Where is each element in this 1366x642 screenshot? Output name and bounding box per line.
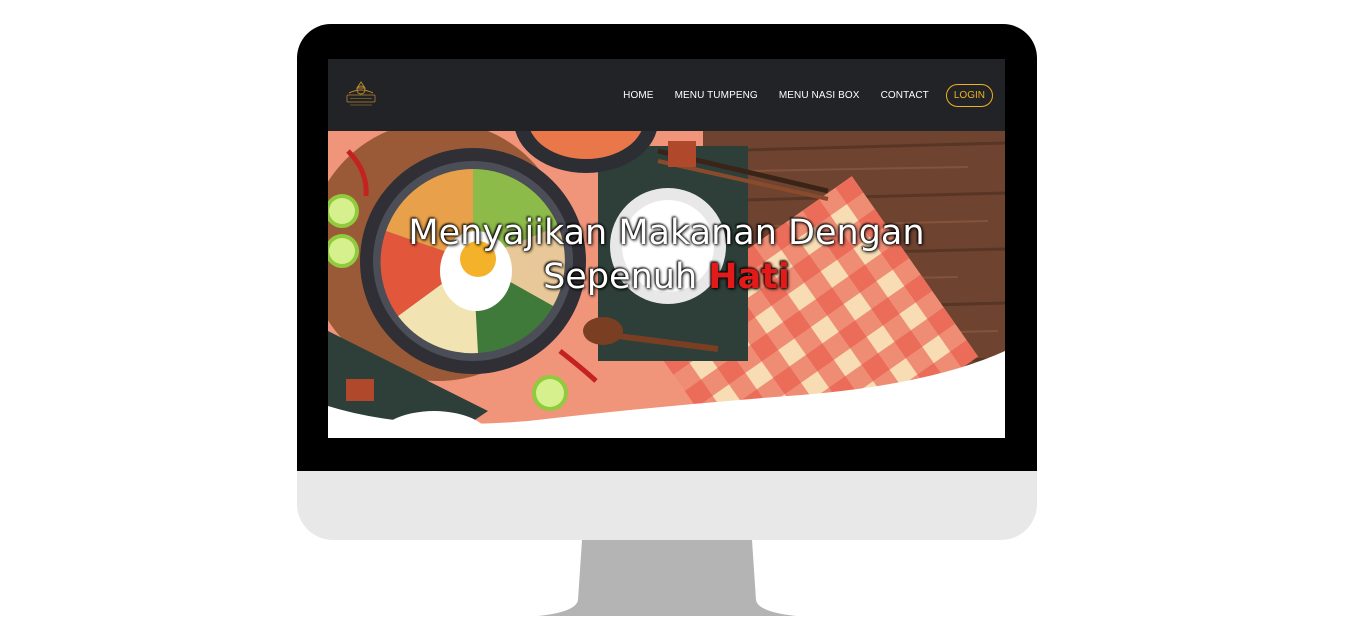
nav-menu: HOME MENU TUMPENG MENU NASI BOX CONTACT … xyxy=(602,83,993,107)
hero-headline-line1: Menyajikan Makanan Dengan xyxy=(408,213,925,253)
brand-logo[interactable] xyxy=(344,79,378,109)
monitor: HOME MENU TUMPENG MENU NASI BOX CONTACT … xyxy=(297,24,1037,540)
hero-headline-accent: Hati xyxy=(708,257,790,297)
website-screen: HOME MENU TUMPENG MENU NASI BOX CONTACT … xyxy=(328,59,1005,438)
nav-menu-nasi-box[interactable]: MENU NASI BOX xyxy=(779,90,860,101)
navbar: HOME MENU TUMPENG MENU NASI BOX CONTACT … xyxy=(328,59,1005,131)
hero-headline-line2: Sepenuh Hati xyxy=(328,255,1005,299)
nav-contact[interactable]: CONTACT xyxy=(881,90,929,101)
monitor-chin xyxy=(297,471,1037,540)
nav-home[interactable]: HOME xyxy=(623,90,653,101)
hero-headline-prefix: Sepenuh xyxy=(543,257,698,297)
hero-headline: Menyajikan Makanan Dengan Sepenuh Hati xyxy=(328,211,1005,299)
login-button[interactable]: LOGIN xyxy=(945,83,993,107)
hero-section: Menyajikan Makanan Dengan Sepenuh Hati xyxy=(328,131,1005,438)
nav-menu-tumpeng[interactable]: MENU TUMPENG xyxy=(675,90,758,101)
